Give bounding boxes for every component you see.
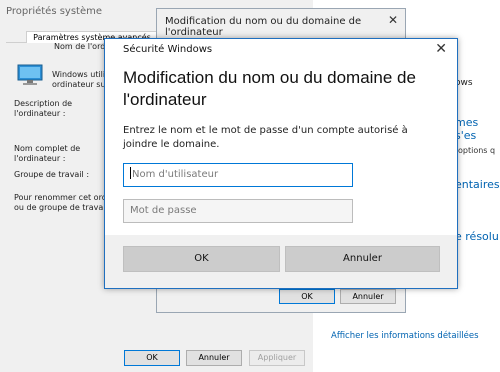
computer-icon (17, 64, 43, 85)
text-caret (130, 167, 131, 179)
rename-cancel-button[interactable]: Annuler (340, 289, 396, 304)
password-input[interactable]: Mot de passe (123, 199, 353, 223)
close-icon[interactable]: ✕ (388, 13, 398, 27)
windows-security-dialog: Sécurité Windows ✕ Modification du nom o… (104, 38, 458, 289)
rename-text-line-2: ou de groupe de travail, c (14, 203, 118, 212)
description-label-line-1: Description de (14, 99, 73, 108)
full-name-label-line-1: Nom complet de (14, 144, 81, 153)
security-dialog-heading: Modification du nom ou du domaine de l'o… (123, 68, 416, 109)
description-label-line-2: l'ordinateur : (14, 109, 66, 118)
settings-link-fragment-4[interactable]: entaires (455, 178, 500, 191)
system-properties-title: Propriétés système (6, 6, 103, 17)
username-placeholder: Nom d'utilisateur (132, 169, 219, 180)
settings-fragment-3: options q (458, 146, 496, 155)
security-cancel-button[interactable]: Annuler (285, 246, 440, 272)
username-input[interactable]: Nom d'utilisateur (123, 163, 353, 187)
security-dialog-footer: OK Annuler (105, 235, 457, 288)
workgroup-label: Groupe de travail : (14, 170, 90, 179)
settings-link-fragment-2[interactable]: mes s'es (455, 116, 500, 142)
apply-button[interactable]: Appliquer (249, 350, 305, 366)
security-dialog-title: Sécurité Windows (123, 44, 213, 55)
security-ok-button[interactable]: OK (123, 246, 280, 272)
show-detailed-info-link[interactable]: Afficher les informations détaillées (331, 331, 479, 341)
security-dialog-header: Sécurité Windows ✕ (105, 39, 457, 61)
cancel-button[interactable]: Annuler (186, 350, 242, 366)
security-dialog-description: Entrez le nom et le mot de passe d'un co… (123, 125, 408, 150)
rename-ok-button[interactable]: OK (279, 289, 335, 304)
windows-text-line-2: ordinateur sur (52, 80, 109, 89)
settings-link-fragment-5[interactable]: e résolu (455, 230, 499, 243)
rename-dialog-title: Modification du nom ou du domaine de l'o… (165, 16, 362, 38)
windows-text-line-1: Windows utilis (52, 70, 110, 79)
full-name-label-line-2: l'ordinateur : (14, 154, 66, 163)
password-placeholder: Mot de passe (130, 205, 197, 216)
computer-name-label: Nom de l'ordi (54, 42, 108, 51)
close-icon[interactable]: ✕ (435, 41, 447, 57)
ok-button[interactable]: OK (124, 350, 180, 366)
